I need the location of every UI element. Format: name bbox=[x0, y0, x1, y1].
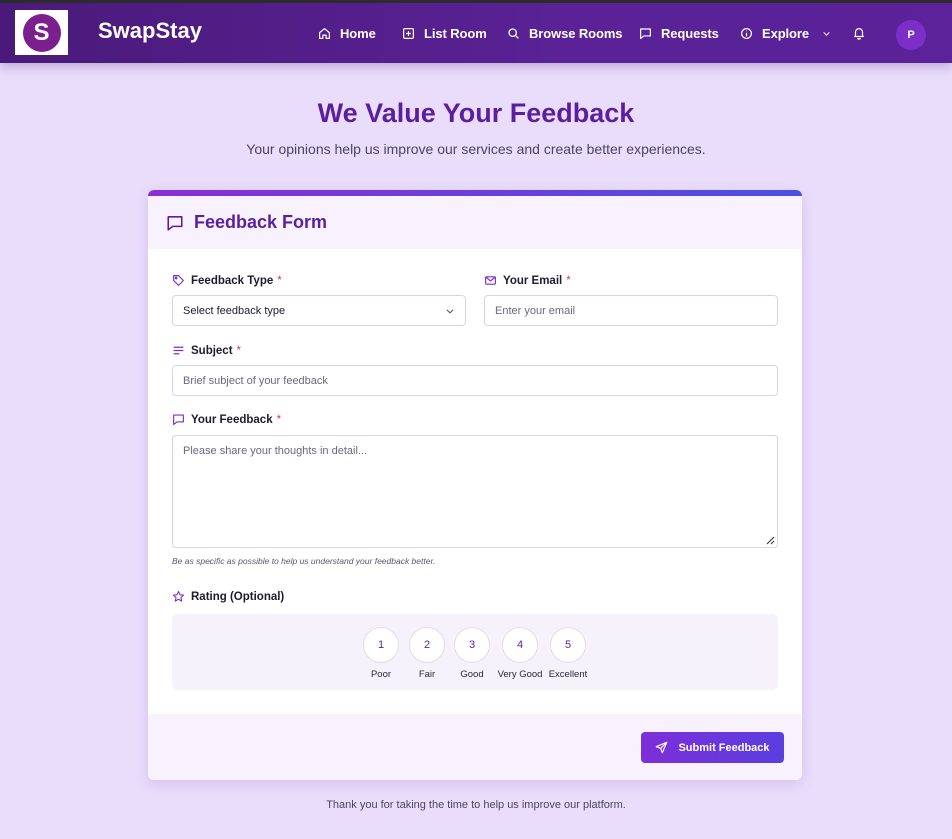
feedback-hint: Be as specific as possible to help us un… bbox=[172, 556, 436, 566]
email-label: Your Email * bbox=[484, 274, 571, 287]
required-mark: * bbox=[277, 274, 282, 287]
nav-browse-rooms[interactable]: Browse Rooms bbox=[507, 23, 623, 43]
feedback-type-select[interactable]: Select feedback type bbox=[172, 295, 466, 326]
nav-requests-label: Requests bbox=[661, 25, 719, 41]
card-header: Feedback Form bbox=[148, 196, 802, 249]
send-icon bbox=[656, 741, 668, 754]
rating-circle[interactable]: 3 bbox=[454, 627, 490, 663]
rating-option-2[interactable]: 2 Fair bbox=[409, 627, 445, 680]
feedback-label: Your Feedback * bbox=[172, 413, 281, 426]
feedback-type-value: Select feedback type bbox=[183, 304, 286, 317]
chevron-down-icon bbox=[446, 309, 454, 314]
email-placeholder: Enter your email bbox=[495, 304, 576, 317]
search-icon bbox=[508, 27, 519, 39]
home-icon bbox=[319, 27, 330, 39]
rating-circle[interactable]: 2 bbox=[409, 627, 445, 663]
page-title: We Value Your Feedback bbox=[317, 98, 635, 128]
rating-label: Rating (Optional) bbox=[172, 590, 284, 603]
rating-option-4[interactable]: 4 Very Good bbox=[498, 627, 542, 680]
subject-label: Subject * bbox=[172, 344, 241, 357]
rating-option-label: Poor bbox=[370, 669, 392, 680]
brand-name[interactable]: SwapStay bbox=[98, 18, 202, 44]
avatar[interactable]: P bbox=[896, 20, 926, 50]
rating-label-text: Rating (Optional) bbox=[191, 590, 285, 603]
rating-circle[interactable]: 4 bbox=[502, 627, 538, 663]
feedback-type-label: Feedback Type * bbox=[172, 274, 282, 287]
mail-icon bbox=[485, 276, 496, 285]
required-mark: * bbox=[566, 274, 571, 287]
subject-placeholder: Brief subject of your feedback bbox=[183, 374, 328, 387]
footer-note: Thank you for taking the time to help us… bbox=[326, 799, 626, 811]
email-field[interactable]: Enter your email bbox=[484, 295, 778, 326]
logo-mark: S bbox=[22, 13, 61, 52]
feedback-type-label-text: Feedback Type bbox=[191, 274, 274, 287]
rating-option-label: Fair bbox=[418, 669, 436, 680]
rating-group: 1 Poor 2 Fair 3 Good 4 Very Good 5 Excel… bbox=[172, 614, 778, 690]
star-icon bbox=[172, 590, 185, 602]
top-navbar: S SwapStay Home List Room Browse Rooms R… bbox=[0, 0, 952, 63]
chevron-down-icon bbox=[823, 31, 830, 36]
nav-list-room[interactable]: List Room bbox=[402, 23, 487, 43]
chat-icon bbox=[640, 27, 651, 39]
nav-explore[interactable]: Explore bbox=[740, 23, 831, 43]
rating-option-label: Good bbox=[460, 669, 484, 680]
required-mark: * bbox=[236, 344, 242, 357]
subject-label-text: Subject bbox=[191, 344, 233, 357]
text-lines-icon bbox=[173, 346, 184, 355]
nav-browse-rooms-label: Browse Rooms bbox=[529, 25, 623, 41]
card-footer: Submit Feedback bbox=[148, 714, 802, 780]
feedback-label-text: Your Feedback bbox=[191, 413, 273, 426]
submit-feedback-button[interactable]: Submit Feedback bbox=[641, 732, 784, 763]
feedback-textarea[interactable]: Please share your thoughts in detail... bbox=[172, 435, 778, 548]
nav-home-label: Home bbox=[340, 25, 376, 41]
subject-field[interactable]: Brief subject of your feedback bbox=[172, 365, 778, 396]
resize-handle-icon[interactable] bbox=[765, 535, 775, 545]
rating-option-1[interactable]: 1 Poor bbox=[363, 627, 399, 680]
submit-feedback-label: Submit Feedback bbox=[678, 741, 770, 754]
plus-square-icon bbox=[403, 27, 414, 39]
tag-icon bbox=[173, 275, 184, 286]
form-title: Feedback Form bbox=[194, 212, 328, 232]
required-mark: * bbox=[276, 413, 282, 426]
rating-circle[interactable]: 1 bbox=[363, 627, 399, 663]
nav-home[interactable]: Home bbox=[318, 23, 376, 43]
rating-option-5[interactable]: 5 Excellent bbox=[548, 627, 588, 680]
feedback-placeholder: Please share your thoughts in detail... bbox=[183, 445, 368, 457]
bell-icon[interactable] bbox=[852, 26, 866, 40]
rating-option-label: Excellent bbox=[548, 669, 588, 680]
info-icon bbox=[741, 27, 752, 39]
nav-explore-label: Explore bbox=[762, 25, 809, 41]
logo[interactable]: S bbox=[15, 10, 68, 55]
rating-circle[interactable]: 5 bbox=[550, 627, 586, 663]
feedback-card: Feedback Form Feedback Type * Select fee… bbox=[148, 190, 802, 780]
chat-icon bbox=[173, 414, 184, 425]
rating-option-label: Very Good bbox=[497, 669, 543, 680]
nav-list-room-label: List Room bbox=[424, 25, 487, 41]
email-label-text: Your Email bbox=[503, 274, 563, 287]
rating-option-3[interactable]: 3 Good bbox=[454, 627, 490, 680]
page-subtitle: Your opinions help us improve our servic… bbox=[246, 141, 706, 157]
nav-requests[interactable]: Requests bbox=[639, 23, 719, 43]
chat-icon bbox=[167, 215, 183, 231]
